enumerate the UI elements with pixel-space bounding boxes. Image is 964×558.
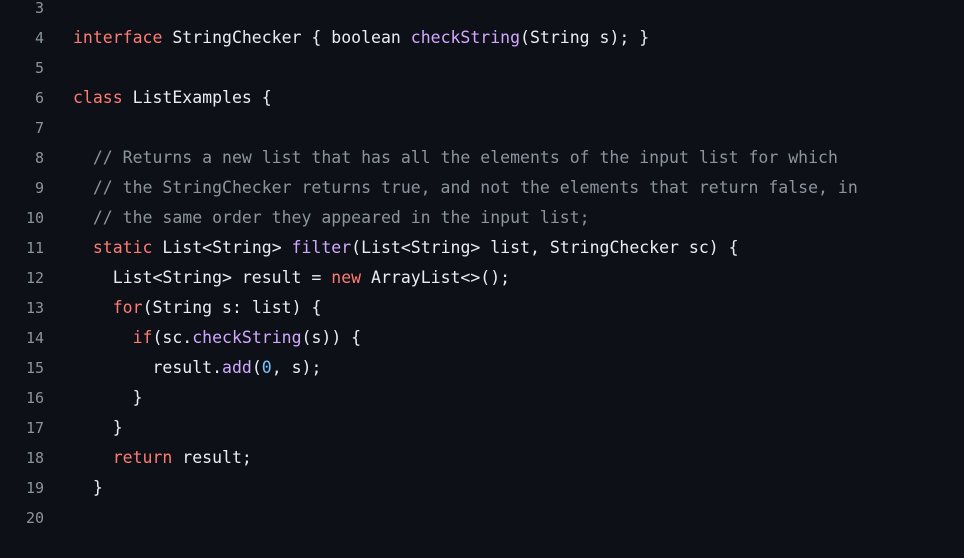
code-line: 12 List<String> result = new ArrayList<>… bbox=[0, 263, 964, 293]
code-text[interactable]: } bbox=[44, 383, 143, 413]
code-token: for bbox=[112, 298, 143, 317]
code-text[interactable] bbox=[44, 503, 73, 533]
code-token: checkString bbox=[410, 28, 521, 47]
code-token: result; bbox=[172, 448, 252, 467]
code-token: return bbox=[112, 448, 173, 467]
line-number: 15 bbox=[25, 359, 44, 377]
code-token: StringChecker { boolean bbox=[162, 28, 411, 47]
code-text[interactable]: } bbox=[44, 413, 123, 443]
line-number: 10 bbox=[25, 209, 44, 227]
code-line: 14 if(sc.checkString(s)) { bbox=[0, 323, 964, 353]
code-token: static bbox=[92, 238, 153, 257]
code-token: add bbox=[222, 358, 252, 377]
code-text[interactable] bbox=[44, 0, 73, 23]
code-line: 19 } bbox=[0, 473, 964, 503]
code-text[interactable] bbox=[44, 53, 73, 83]
code-token: (String s: list) { bbox=[142, 298, 322, 317]
code-token: class bbox=[73, 88, 123, 107]
code-line: 10 // the same order they appeared in th… bbox=[0, 203, 964, 233]
code-token: } bbox=[73, 388, 143, 407]
code-token: if bbox=[132, 328, 153, 347]
code-text[interactable] bbox=[44, 113, 73, 143]
line-number: 16 bbox=[25, 389, 44, 407]
code-text[interactable]: for(String s: list) { bbox=[44, 293, 322, 323]
line-number: 8 bbox=[34, 149, 44, 167]
code-text[interactable]: // Returns a new list that has all the e… bbox=[44, 143, 838, 173]
code-token: (sc. bbox=[152, 328, 193, 347]
code-line: 15 result.add(0, s); bbox=[0, 353, 964, 383]
line-number: 14 bbox=[25, 329, 44, 347]
line-number: 20 bbox=[25, 509, 44, 527]
code-line: 6 class ListExamples { bbox=[0, 83, 964, 113]
code-token: new bbox=[331, 268, 362, 287]
code-token: ListExamples { bbox=[122, 88, 272, 107]
line-number: 11 bbox=[25, 239, 44, 257]
code-line: 11 static List<String> filter(List<Strin… bbox=[0, 233, 964, 263]
code-text[interactable]: result.add(0, s); bbox=[44, 353, 321, 383]
code-text[interactable]: } bbox=[44, 473, 103, 503]
code-token: } bbox=[73, 418, 123, 437]
code-token: ArrayList<>(); bbox=[361, 268, 511, 287]
code-text[interactable]: return result; bbox=[44, 443, 252, 473]
line-number: 5 bbox=[34, 59, 44, 77]
code-text[interactable]: if(sc.checkString(s)) { bbox=[44, 323, 362, 353]
code-token: 0 bbox=[261, 358, 272, 377]
code-text[interactable]: static List<String> filter(List<String> … bbox=[44, 233, 739, 263]
code-token: ( bbox=[251, 358, 262, 377]
code-line: 17 } bbox=[0, 413, 964, 443]
code-token: } bbox=[73, 478, 103, 497]
code-token: result. bbox=[73, 358, 223, 377]
line-number: 9 bbox=[34, 179, 44, 197]
code-token: // the StringChecker returns true, and n… bbox=[73, 178, 858, 197]
code-token: filter bbox=[291, 238, 352, 257]
code-token: (s)) { bbox=[301, 328, 362, 347]
code-line: 16 } bbox=[0, 383, 964, 413]
line-number: 4 bbox=[34, 29, 44, 47]
line-number: 18 bbox=[25, 449, 44, 467]
code-token: (String s); } bbox=[520, 28, 650, 47]
code-token: interface bbox=[73, 28, 163, 47]
code-line: 18 return result; bbox=[0, 443, 964, 473]
line-number: 3 bbox=[34, 0, 44, 17]
code-text[interactable]: // the StringChecker returns true, and n… bbox=[44, 173, 858, 203]
code-token: // the same order they appeared in the i… bbox=[73, 208, 590, 227]
code-token: // Returns a new list that has all the e… bbox=[73, 148, 838, 167]
code-lines: 234interface StringChecker { boolean che… bbox=[0, 0, 964, 533]
code-token: , s); bbox=[271, 358, 322, 377]
code-line: 3 bbox=[0, 0, 964, 23]
code-text[interactable]: interface StringChecker { boolean checkS… bbox=[44, 23, 649, 53]
code-line: 9 // the StringChecker returns true, and… bbox=[0, 173, 964, 203]
line-number: 19 bbox=[25, 479, 44, 497]
code-line: 13 for(String s: list) { bbox=[0, 293, 964, 323]
code-token: (List<String> list, StringChecker sc) { bbox=[351, 238, 739, 257]
code-token: checkString bbox=[192, 328, 302, 347]
code-text[interactable]: class ListExamples { bbox=[44, 83, 272, 113]
code-text[interactable]: List<String> result = new ArrayList<>(); bbox=[44, 263, 510, 293]
code-line: 5 bbox=[0, 53, 964, 83]
code-line: 20 bbox=[0, 503, 964, 533]
line-number: 12 bbox=[25, 269, 44, 287]
line-number: 13 bbox=[25, 299, 44, 317]
line-number: 6 bbox=[34, 89, 44, 107]
code-editor[interactable]: 234interface StringChecker { boolean che… bbox=[0, 0, 964, 558]
code-line: 4 interface StringChecker { boolean check… bbox=[0, 23, 964, 53]
line-number: 7 bbox=[34, 119, 44, 137]
code-line: 8 // Returns a new list that has all the… bbox=[0, 143, 964, 173]
code-text[interactable]: // the same order they appeared in the i… bbox=[44, 203, 590, 233]
code-token: List<String> result = bbox=[73, 268, 332, 287]
code-line: 7 bbox=[0, 113, 964, 143]
code-token: List<String> bbox=[152, 238, 292, 257]
line-number: 17 bbox=[25, 419, 44, 437]
